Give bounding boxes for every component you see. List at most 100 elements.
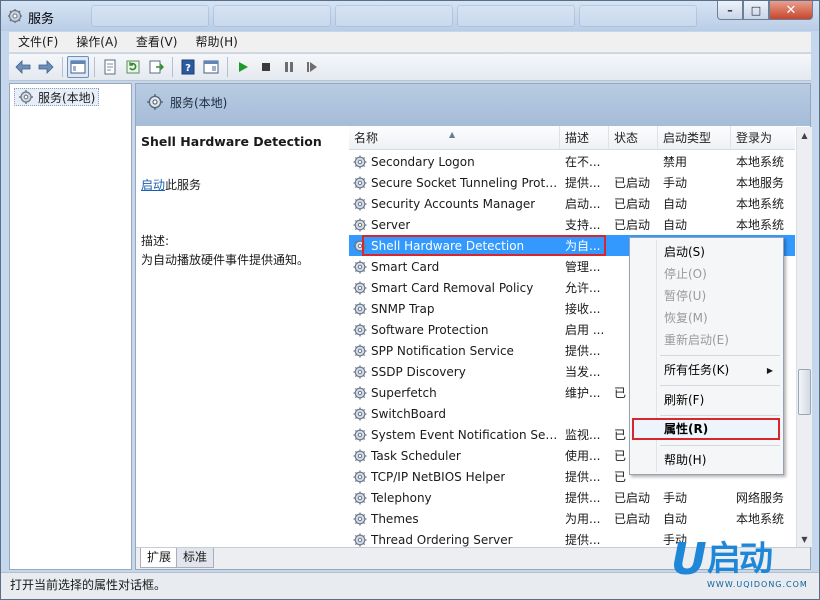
scroll-thumb[interactable] bbox=[798, 369, 811, 415]
vertical-scrollbar[interactable]: ▲ ▼ bbox=[796, 127, 812, 547]
close-icon: ✕ bbox=[785, 2, 797, 18]
service-description-text: 提供... bbox=[565, 344, 601, 358]
menu-item-start[interactable]: 启动(S) bbox=[664, 242, 705, 262]
service-name-text: Superfetch bbox=[371, 385, 437, 400]
service-description: 提供... bbox=[560, 468, 609, 485]
tree-item-services-local[interactable]: 服务(本地) bbox=[14, 88, 100, 106]
service-status: 已启动 bbox=[609, 195, 658, 212]
stop-service-button[interactable] bbox=[255, 56, 277, 78]
svg-text:?: ? bbox=[185, 63, 191, 74]
service-name-text: Themes bbox=[371, 511, 419, 526]
service-description: 当发... bbox=[560, 363, 609, 380]
table-row[interactable]: Themes 为用... 已启动 自动 本地系统 bbox=[349, 508, 795, 529]
service-description-text: 启用 ... bbox=[565, 323, 605, 337]
column-startup-type[interactable]: 启动类型 bbox=[658, 126, 731, 150]
service-description-text: 为自... bbox=[565, 239, 601, 253]
export-list-button[interactable] bbox=[145, 56, 167, 78]
service-name: Themes bbox=[349, 511, 560, 527]
service-name: SSDP Discovery bbox=[349, 364, 560, 380]
forward-button[interactable] bbox=[35, 56, 57, 78]
service-gear-icon bbox=[353, 302, 367, 315]
service-description-text: 当发... bbox=[565, 365, 601, 379]
service-name: TCP/IP NetBIOS Helper bbox=[349, 469, 560, 485]
title-bar[interactable]: 服务 – □ ✕ bbox=[1, 1, 819, 31]
service-description: 支持... bbox=[560, 216, 609, 233]
refresh-toolbar-button[interactable] bbox=[122, 56, 144, 78]
menu-action[interactable]: 操作(A) bbox=[67, 32, 127, 53]
column-name[interactable]: 名称 ▲ bbox=[349, 126, 560, 150]
table-row[interactable]: Security Accounts Manager 启动... 已启动 自动 本地系统 bbox=[349, 193, 795, 214]
service-description: 提供... bbox=[560, 342, 609, 359]
show-action-pane-button[interactable] bbox=[200, 56, 222, 78]
service-gear-icon bbox=[353, 218, 367, 231]
service-status-text: 已启动 bbox=[614, 512, 651, 526]
back-button[interactable] bbox=[12, 56, 34, 78]
service-description-text: 为用... bbox=[565, 512, 601, 526]
menu-item-all-tasks[interactable]: 所有任务(K) bbox=[664, 360, 729, 380]
menu-view[interactable]: 查看(V) bbox=[127, 32, 187, 53]
menu-file[interactable]: 文件(F) bbox=[9, 32, 67, 53]
menu-item-refresh[interactable]: 刷新(F) bbox=[664, 390, 704, 410]
toolbar-separator bbox=[62, 57, 63, 77]
menu-item-help[interactable]: 帮助(H) bbox=[664, 450, 706, 470]
service-name: Thread Ordering Server bbox=[349, 532, 560, 548]
uqidong-watermark-logo: U 启动 WWW.UQIDONG.COM bbox=[669, 536, 817, 600]
start-service-line: 启动此服务 bbox=[141, 176, 201, 193]
service-description: 启动... bbox=[560, 195, 609, 212]
service-description: 提供... bbox=[560, 174, 609, 191]
tab-extended[interactable]: 扩展 bbox=[140, 548, 179, 568]
status-text: 打开当前选择的属性对话框。 bbox=[10, 578, 167, 592]
submenu-arrow-icon: ▶ bbox=[766, 366, 773, 375]
service-gear-icon bbox=[353, 407, 367, 420]
service-name-text: Telephony bbox=[371, 490, 432, 505]
column-log-on-as[interactable]: 登录为 bbox=[731, 126, 795, 150]
service-gear-icon bbox=[353, 260, 367, 273]
service-description-text: 提供... bbox=[565, 470, 601, 484]
logo-url: WWW.UQIDONG.COM bbox=[707, 580, 808, 589]
table-row[interactable]: Secure Socket Tunneling Proto... 提供... 已启动… bbox=[349, 172, 795, 193]
start-service-button[interactable] bbox=[232, 56, 254, 78]
pause-service-button[interactable] bbox=[278, 56, 300, 78]
service-status-text: 已 bbox=[614, 386, 627, 400]
table-row[interactable]: Secondary Logon 在不... 禁用 本地系统 bbox=[349, 151, 795, 172]
pause-icon bbox=[285, 62, 293, 72]
menu-item-properties[interactable]: 属性(R) bbox=[664, 419, 708, 439]
restart-service-button[interactable] bbox=[301, 56, 323, 78]
minimize-button[interactable]: – bbox=[717, 1, 743, 20]
tab-standard[interactable]: 标准 bbox=[176, 548, 215, 568]
scroll-up-icon[interactable]: ▲ bbox=[797, 127, 812, 143]
properties-toolbar-button[interactable] bbox=[99, 56, 121, 78]
service-name: Smart Card Removal Policy bbox=[349, 280, 560, 296]
column-status[interactable]: 状态 bbox=[609, 126, 658, 150]
help-toolbar-button[interactable]: ? bbox=[177, 56, 199, 78]
table-row[interactable]: Telephony 提供... 已启动 手动 网络服务 bbox=[349, 487, 795, 508]
services-gear-icon bbox=[147, 94, 163, 110]
column-description[interactable]: 描述 bbox=[560, 126, 609, 150]
toolbar-separator bbox=[172, 57, 173, 77]
service-name: Task Scheduler bbox=[349, 448, 560, 464]
services-window: 服务 – □ ✕ 文件(F) 操作(A) 查看(V) 帮助(H) ? 服务(本地… bbox=[0, 0, 820, 600]
service-description-text: 提供... bbox=[565, 533, 601, 547]
selected-service-title: Shell Hardware Detection bbox=[141, 134, 322, 149]
close-button[interactable]: ✕ bbox=[769, 1, 813, 20]
context-menu: 启动(S) 停止(O) 暂停(U) 恢复(M) 重新启动(E) 所有任务(K) … bbox=[629, 237, 784, 475]
description-panel: Shell Hardware Detection 启动此服务 描述: 为自动播放… bbox=[136, 126, 348, 546]
service-gear-icon bbox=[353, 512, 367, 525]
show-hide-console-tree-button[interactable] bbox=[67, 56, 89, 78]
logo-letter: U bbox=[671, 534, 707, 585]
service-name: SPP Notification Service bbox=[349, 343, 560, 359]
menu-help[interactable]: 帮助(H) bbox=[186, 32, 246, 53]
service-name-text: Shell Hardware Detection bbox=[371, 238, 525, 253]
service-name-text: Software Protection bbox=[371, 322, 489, 337]
service-status-text: 已启动 bbox=[614, 197, 651, 211]
service-log-on-as: 本地系统 bbox=[731, 510, 795, 527]
play-icon bbox=[239, 62, 248, 72]
service-description-text: 提供... bbox=[565, 176, 601, 190]
maximize-button[interactable]: □ bbox=[743, 1, 769, 20]
service-status-text: 已 bbox=[614, 470, 627, 484]
start-service-link[interactable]: 启动 bbox=[141, 178, 165, 192]
service-startup-type-text: 禁用 bbox=[663, 155, 688, 169]
stop-icon bbox=[262, 63, 270, 71]
service-log-on-as: 本地服务 bbox=[731, 174, 795, 191]
table-row[interactable]: Server 支持... 已启动 自动 本地系统 bbox=[349, 214, 795, 235]
